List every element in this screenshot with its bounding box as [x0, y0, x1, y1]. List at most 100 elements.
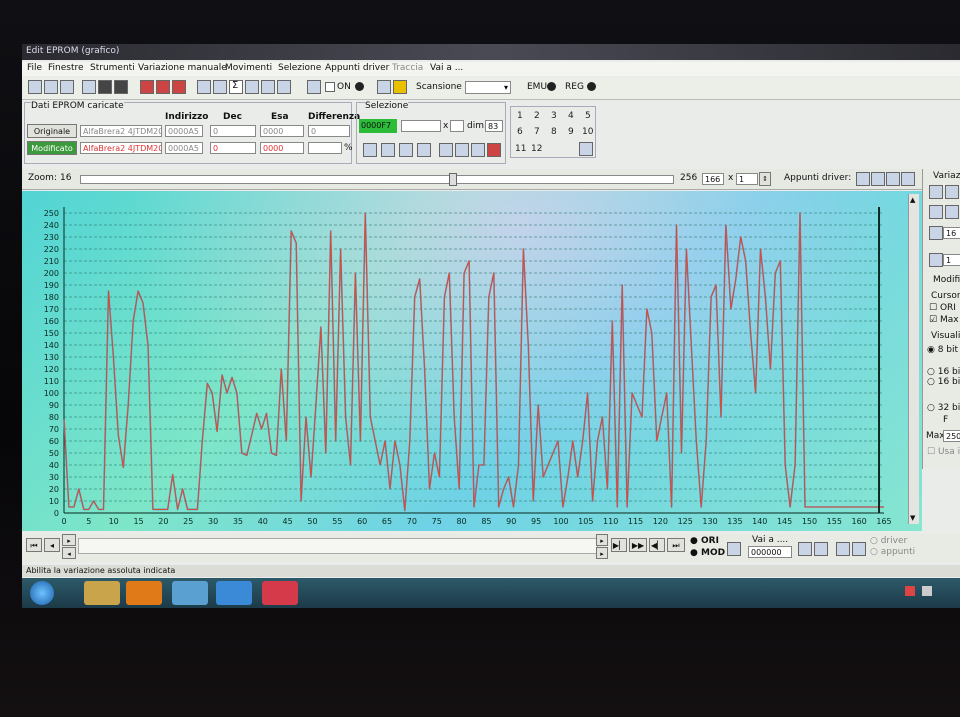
- max2-value[interactable]: 250: [943, 430, 960, 442]
- nav-table-3-icon[interactable]: [836, 542, 850, 556]
- scroll-down-icon[interactable]: ▼: [910, 514, 915, 522]
- num-3[interactable]: 3: [551, 111, 557, 121]
- folder-icon[interactable]: [82, 80, 96, 94]
- num-4[interactable]: 4: [568, 111, 574, 121]
- menu-file[interactable]: File: [27, 63, 42, 73]
- zoom-spin-button[interactable]: ⇕: [759, 172, 771, 186]
- save-icon[interactable]: [98, 80, 112, 94]
- menu-strumenti[interactable]: Strumenti: [90, 63, 135, 73]
- var-5-icon[interactable]: [929, 226, 943, 240]
- chart-icon[interactable]: [156, 80, 170, 94]
- radio-32bit[interactable]: ○ 32 bi: [927, 403, 960, 413]
- menu-appunti-driver[interactable]: Appunti driver: [325, 63, 389, 73]
- eprom-graph[interactable]: 0102030405060708090100110120130140150160…: [22, 191, 922, 531]
- modified-addr[interactable]: 0000A5: [165, 142, 203, 154]
- original-diff[interactable]: 0: [308, 125, 350, 137]
- original-addr[interactable]: 0000A5: [165, 125, 203, 137]
- edit-icon[interactable]: [213, 80, 227, 94]
- original-esa[interactable]: 0000: [260, 125, 304, 137]
- menu-variazione-manuale[interactable]: Variazione manuale: [138, 63, 227, 73]
- nav-prev-page-button[interactable]: ◂: [44, 538, 60, 552]
- selection-x[interactable]: [450, 120, 464, 132]
- nav-table-4-icon[interactable]: [852, 542, 866, 556]
- explorer-taskbar-icon[interactable]: [84, 581, 120, 605]
- ecm-taskbar-icon[interactable]: [262, 581, 298, 605]
- num-7[interactable]: 7: [534, 127, 540, 137]
- nav-right-down-button[interactable]: ▸: [596, 547, 608, 559]
- nav-up-button[interactable]: ▸: [62, 534, 76, 546]
- save-all-icon[interactable]: [114, 80, 128, 94]
- nav-next-button[interactable]: ▶▶: [629, 538, 647, 552]
- modified-esa[interactable]: 0000: [260, 142, 304, 154]
- max-checkbox-label[interactable]: ☑ Max: [929, 315, 959, 325]
- sel-end-icon[interactable]: [417, 143, 431, 157]
- selection-end[interactable]: [401, 120, 441, 132]
- ori-checkbox-label[interactable]: ☐ ORI: [929, 303, 956, 313]
- scroll-up-icon[interactable]: ▲: [910, 196, 915, 204]
- copy-icon[interactable]: [44, 80, 58, 94]
- list-icon[interactable]: [277, 80, 291, 94]
- nav-ori-label[interactable]: ● ORI: [690, 536, 719, 546]
- nav-scrollbar[interactable]: [78, 538, 598, 554]
- sel-copy-icon[interactable]: [439, 143, 453, 157]
- run-icon[interactable]: [393, 80, 407, 94]
- selection-address[interactable]: 0000F7: [359, 119, 397, 133]
- ie-taskbar-icon[interactable]: [216, 581, 252, 605]
- open-icon[interactable]: [28, 80, 42, 94]
- clip-1-icon[interactable]: [856, 172, 870, 186]
- nav-right-up-button[interactable]: ▸: [596, 534, 608, 546]
- print-icon[interactable]: [245, 80, 259, 94]
- color-icon[interactable]: [261, 80, 275, 94]
- original-button[interactable]: Originale: [27, 124, 77, 138]
- var-2-icon[interactable]: [945, 185, 959, 199]
- dim-value[interactable]: 83: [485, 120, 503, 132]
- graph-area[interactable]: 0 10 20 30 40 50 60 70 80 90 100 110 120 130 140 150 160…: [22, 191, 922, 531]
- var-6-icon[interactable]: [929, 253, 943, 267]
- start-button-icon[interactable]: [30, 581, 54, 605]
- var-3-icon[interactable]: [929, 205, 943, 219]
- nav-last-button[interactable]: ⏭: [667, 538, 685, 552]
- num-1[interactable]: 1: [517, 111, 523, 121]
- nav-down-button[interactable]: ◂: [62, 547, 76, 559]
- app-taskbar-icon[interactable]: [172, 581, 208, 605]
- zoom-slider[interactable]: [80, 173, 674, 186]
- modified-dec[interactable]: 0: [210, 142, 256, 154]
- modified-button[interactable]: Modificato: [27, 141, 77, 155]
- num-10[interactable]: 10: [582, 127, 593, 137]
- nav-list-icon[interactable]: [727, 542, 741, 556]
- paste-icon[interactable]: [60, 80, 74, 94]
- modified-diff[interactable]: [308, 142, 342, 154]
- table-icon[interactable]: [172, 80, 186, 94]
- clip-2-icon[interactable]: [871, 172, 885, 186]
- radio-8bit[interactable]: ◉ 8 bit: [927, 345, 958, 355]
- monitor-icon[interactable]: [307, 80, 321, 94]
- num-2[interactable]: 2: [534, 111, 540, 121]
- radio-driver[interactable]: ○ driver: [870, 536, 907, 546]
- num-12[interactable]: 12: [531, 144, 542, 154]
- clip-4-icon[interactable]: [901, 172, 915, 186]
- nav-table-2-icon[interactable]: [814, 542, 828, 556]
- scan-select[interactable]: ▾: [465, 81, 511, 94]
- nav-mod-label[interactable]: ● MOD: [690, 548, 725, 558]
- on-checkbox[interactable]: [325, 82, 335, 92]
- tray-icon[interactable]: [905, 586, 915, 596]
- nav-table-1-icon[interactable]: [798, 542, 812, 556]
- volume-icon[interactable]: [922, 586, 932, 596]
- menu-traccia[interactable]: Traccia: [392, 63, 423, 73]
- var-value-1[interactable]: 1: [943, 254, 960, 266]
- radio-16bit-b[interactable]: ○ 16 bi: [927, 377, 960, 387]
- num-6[interactable]: 6: [517, 127, 523, 137]
- sel-move-icon[interactable]: [471, 143, 485, 157]
- vai-address[interactable]: 000000: [748, 546, 792, 558]
- original-dec[interactable]: 0: [210, 125, 256, 137]
- sel-clear-icon[interactable]: [487, 143, 501, 157]
- num-8[interactable]: 8: [551, 127, 557, 137]
- menu-vai-a[interactable]: Vai a ...: [430, 63, 463, 73]
- menu-movimenti[interactable]: Movimenti: [225, 63, 272, 73]
- num-11[interactable]: 11: [515, 144, 526, 154]
- nav-play-button[interactable]: ▶▏: [611, 538, 627, 552]
- num-9[interactable]: 9: [568, 127, 574, 137]
- radio-appunti[interactable]: ○ appunti: [870, 547, 915, 557]
- usa-checkbox[interactable]: ☐ Usa in: [927, 447, 960, 457]
- menu-selezione[interactable]: Selezione: [278, 63, 321, 73]
